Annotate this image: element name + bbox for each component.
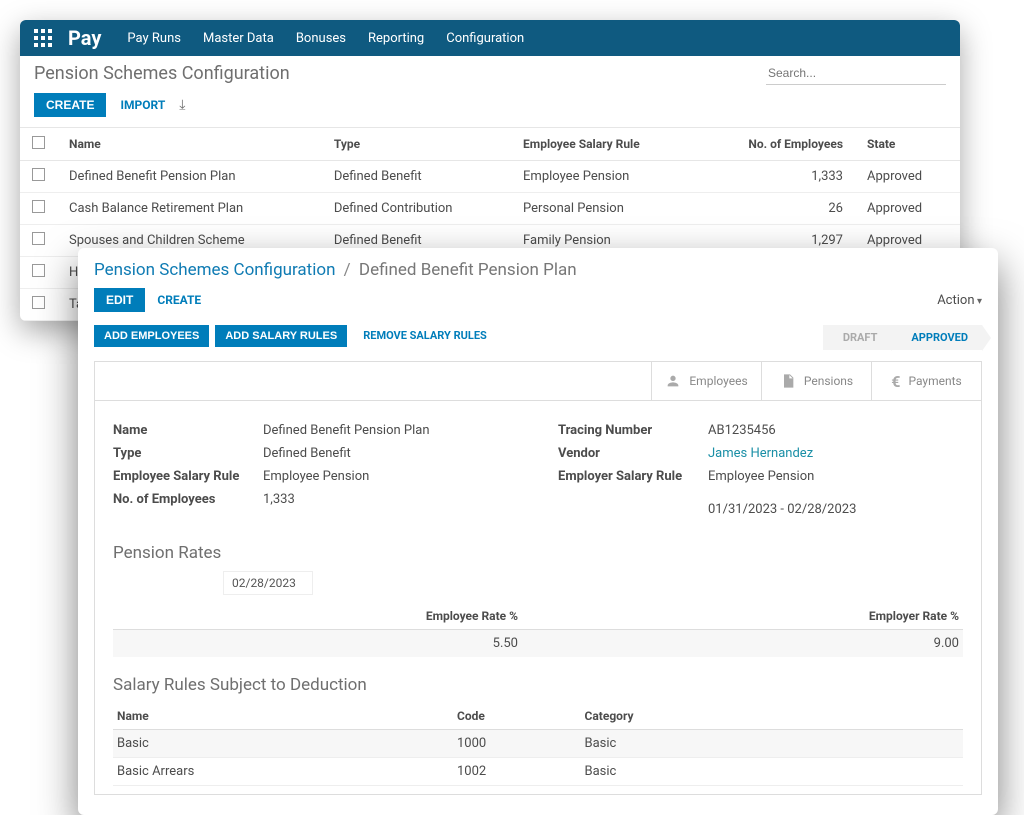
- action-dropdown[interactable]: Action: [937, 293, 982, 308]
- nav-configuration[interactable]: Configuration: [446, 31, 524, 46]
- status-strip: DRAFT APPROVED: [823, 324, 982, 350]
- employee-rate-value: 5.50: [117, 636, 558, 651]
- status-draft: DRAFT: [823, 325, 892, 350]
- table-row[interactable]: Defined Benefit Pension Plan Defined Ben…: [20, 161, 960, 193]
- table-row[interactable]: Basic 1000 Basic: [113, 730, 963, 758]
- form-sheet: Employees Pensions € Payments NameDefine…: [94, 361, 982, 795]
- table-row[interactable]: Basic Arrears 1002 Basic: [113, 758, 963, 786]
- rates-date[interactable]: 02/28/2023: [223, 571, 313, 595]
- nav-master-data[interactable]: Master Data: [203, 31, 274, 46]
- row-checkbox[interactable]: [32, 296, 45, 309]
- nav-pay-runs[interactable]: Pay Runs: [127, 31, 181, 46]
- add-salary-rules-button[interactable]: ADD SALARY RULES: [215, 325, 347, 347]
- row-checkbox[interactable]: [32, 200, 45, 213]
- employer-rate-value: 9.00: [558, 636, 959, 651]
- create-button[interactable]: CREATE: [34, 93, 106, 117]
- breadcrumb-root[interactable]: Pension Schemes Configuration: [94, 260, 335, 280]
- salary-rules-title: Salary Rules Subject to Deduction: [113, 675, 963, 695]
- create-button-detail[interactable]: CREATE: [157, 293, 201, 307]
- remove-salary-rules-button[interactable]: REMOVE SALARY RULES: [353, 324, 497, 347]
- page-title: Pension Schemes Configuration: [34, 63, 290, 84]
- document-icon: [780, 373, 796, 389]
- row-checkbox[interactable]: [32, 264, 45, 277]
- search-input[interactable]: [766, 62, 946, 85]
- app-title: Pay: [68, 26, 101, 50]
- import-button[interactable]: IMPORT: [120, 98, 165, 112]
- employer-rate-header: Employer Rate %: [558, 609, 959, 623]
- add-employees-button[interactable]: ADD EMPLOYEES: [94, 325, 209, 347]
- status-approved: APPROVED: [891, 325, 982, 350]
- row-checkbox[interactable]: [32, 168, 45, 181]
- edit-button[interactable]: EDIT: [94, 288, 145, 312]
- breadcrumb: Pension Schemes Configuration / Defined …: [78, 248, 998, 280]
- person-icon: [665, 373, 681, 389]
- employee-rate-header: Employee Rate %: [117, 609, 558, 623]
- download-icon[interactable]: ⤓: [179, 97, 185, 113]
- col-type[interactable]: Type: [322, 128, 511, 161]
- table-row[interactable]: Cash Balance Retirement Plan Defined Con…: [20, 193, 960, 225]
- tab-employees[interactable]: Employees: [651, 362, 761, 400]
- nav-reporting[interactable]: Reporting: [368, 31, 424, 46]
- rules-table: Name Code Category Basic 1000 Basic Basi…: [113, 703, 963, 786]
- col-name[interactable]: Name: [57, 128, 322, 161]
- tab-pensions[interactable]: Pensions: [761, 362, 871, 400]
- select-all-checkbox[interactable]: [32, 136, 45, 149]
- detail-window: Pension Schemes Configuration / Defined …: [78, 248, 998, 815]
- breadcrumb-current: Defined Benefit Pension Plan: [359, 260, 577, 280]
- nav-bonuses[interactable]: Bonuses: [296, 31, 346, 46]
- col-state[interactable]: State: [855, 128, 960, 161]
- col-emp[interactable]: No. of Employees: [698, 128, 855, 161]
- euro-icon: €: [891, 372, 900, 391]
- period-text: 01/31/2023 - 02/28/2023: [708, 502, 856, 517]
- vendor-link[interactable]: James Hernandez: [708, 446, 813, 461]
- topbar: Pay Pay Runs Master Data Bonuses Reporti…: [20, 20, 960, 56]
- col-rule[interactable]: Employee Salary Rule: [511, 128, 698, 161]
- tab-payments[interactable]: € Payments: [871, 362, 981, 400]
- pension-rates-title: Pension Rates: [113, 543, 221, 563]
- row-checkbox[interactable]: [32, 232, 45, 245]
- apps-icon[interactable]: [34, 29, 52, 47]
